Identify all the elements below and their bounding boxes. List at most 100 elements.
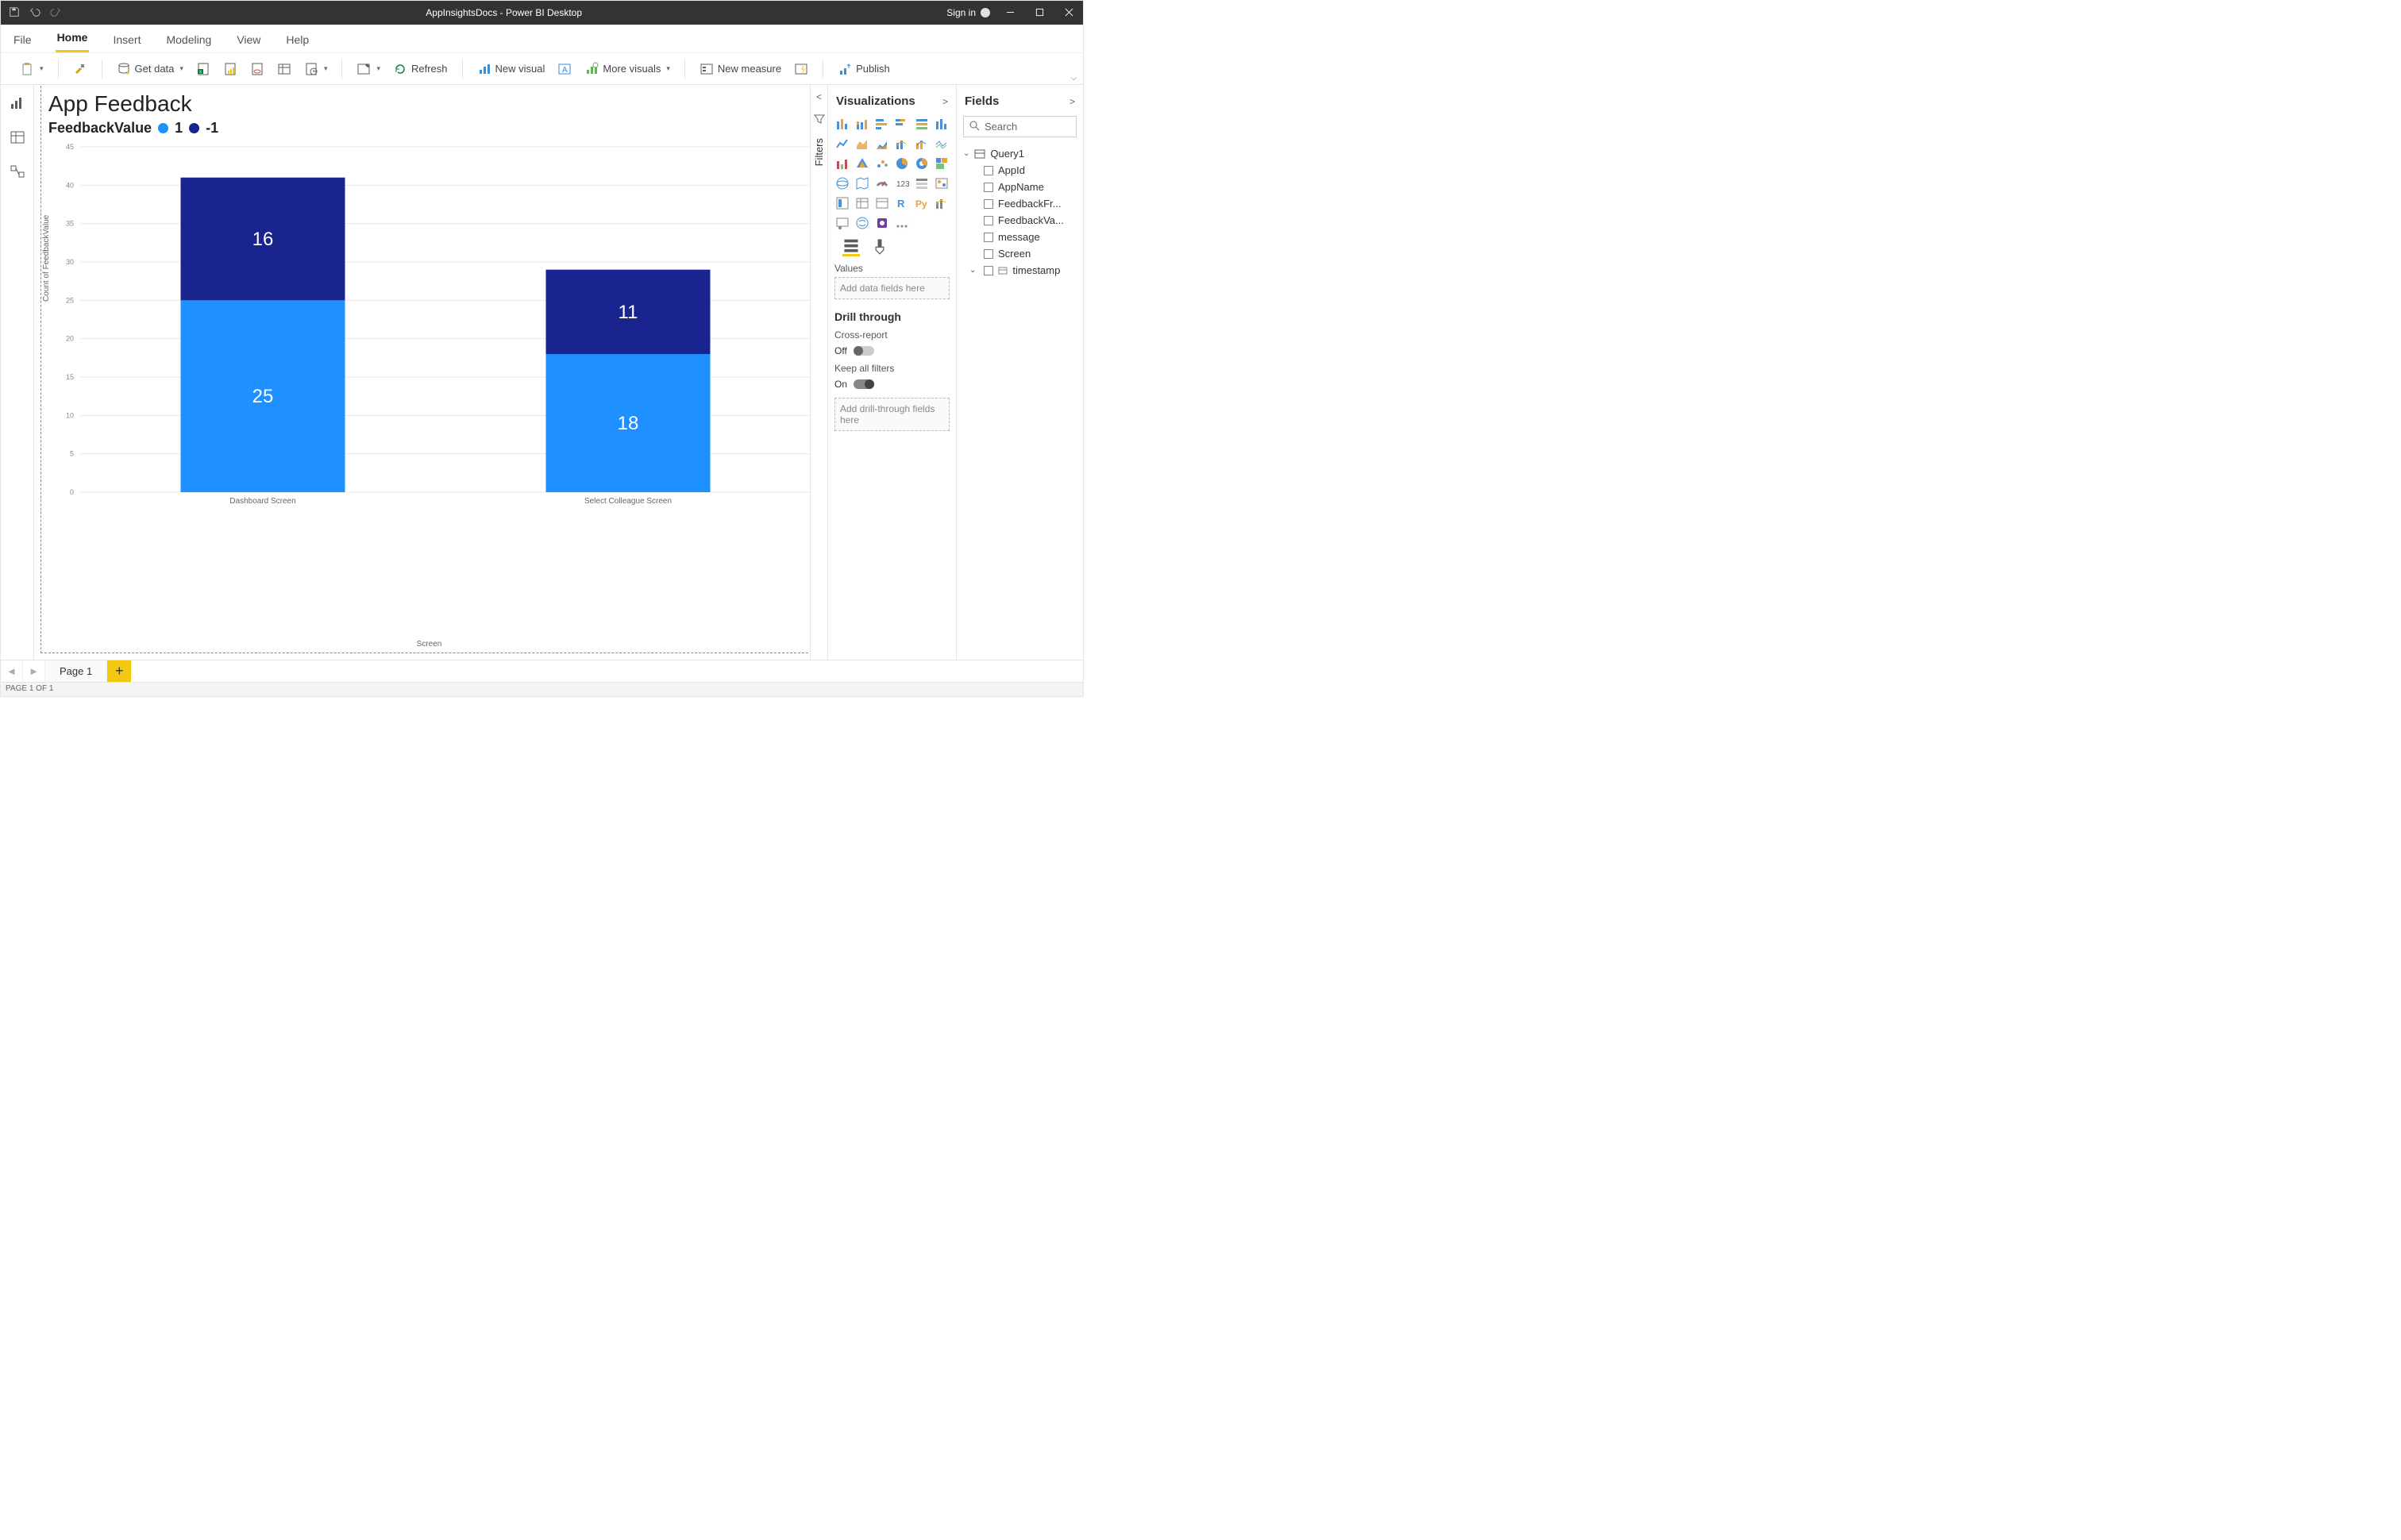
- visual-type-chip[interactable]: [874, 136, 890, 152]
- excel-source-button[interactable]: x: [191, 59, 215, 79]
- visual-type-chip[interactable]: [834, 175, 850, 191]
- field-checkbox[interactable]: [984, 233, 993, 242]
- visual-type-chip[interactable]: [894, 116, 910, 132]
- visual-type-chip[interactable]: [894, 136, 910, 152]
- menu-tab-modeling[interactable]: Modeling: [164, 33, 213, 52]
- page-tab[interactable]: Page 1: [45, 660, 107, 682]
- visual-type-chip[interactable]: 123: [894, 175, 910, 191]
- field-checkbox[interactable]: [984, 266, 993, 275]
- ribbon-overflow-icon[interactable]: ⌵: [1070, 74, 1077, 83]
- field-item[interactable]: ⌄timestamp: [963, 262, 1077, 279]
- signin-button[interactable]: Sign in: [946, 7, 990, 18]
- visual-type-chip[interactable]: [854, 156, 870, 171]
- pbi-dataset-button[interactable]: [218, 59, 242, 79]
- refresh-button[interactable]: Refresh: [388, 59, 453, 79]
- publish-button[interactable]: Publish: [833, 59, 895, 79]
- svg-text:20: 20: [66, 335, 74, 343]
- visual-type-chip[interactable]: [874, 156, 890, 171]
- visual-type-chip[interactable]: [934, 195, 950, 211]
- report-view-icon[interactable]: [10, 94, 25, 110]
- visual-type-chip[interactable]: [934, 156, 950, 171]
- field-item[interactable]: AppId: [963, 162, 1077, 179]
- add-page-button[interactable]: +: [107, 660, 131, 682]
- field-checkbox[interactable]: [984, 199, 993, 209]
- field-checkbox[interactable]: [984, 183, 993, 192]
- close-icon[interactable]: [1060, 7, 1078, 19]
- visual-type-chip[interactable]: [854, 136, 870, 152]
- field-item[interactable]: Screen: [963, 245, 1077, 262]
- maximize-icon[interactable]: [1031, 7, 1049, 19]
- field-item[interactable]: message: [963, 229, 1077, 245]
- format-painter-button[interactable]: [68, 59, 92, 79]
- expand-filters-icon[interactable]: <: [816, 91, 822, 102]
- transform-data-button[interactable]: ▾: [352, 59, 385, 79]
- visual-type-chip[interactable]: [934, 175, 950, 191]
- field-checkbox[interactable]: [984, 166, 993, 175]
- menu-tab-home[interactable]: Home: [56, 31, 90, 52]
- visual-type-chip[interactable]: [914, 156, 930, 171]
- chart-area[interactable]: 0510152025303540452516Dashboard Screen18…: [48, 143, 810, 660]
- visual-type-chip[interactable]: [854, 175, 870, 191]
- visual-type-chip[interactable]: [914, 116, 930, 132]
- visual-type-chip[interactable]: [874, 175, 890, 191]
- save-icon[interactable]: [9, 6, 20, 20]
- visual-type-chip[interactable]: [894, 215, 910, 231]
- visual-type-chip[interactable]: [834, 156, 850, 171]
- sql-source-button[interactable]: [245, 59, 269, 79]
- visual-type-chip[interactable]: Py: [914, 195, 930, 211]
- fields-search-input[interactable]: Search: [963, 116, 1077, 137]
- page-prev-icon[interactable]: ◄: [1, 660, 23, 682]
- filters-pane-collapsed[interactable]: < Filters: [810, 85, 827, 660]
- new-measure-button[interactable]: New measure: [695, 59, 786, 79]
- menu-tab-insert[interactable]: Insert: [111, 33, 142, 52]
- field-item[interactable]: FeedbackFr...: [963, 195, 1077, 212]
- page-next-icon[interactable]: ►: [23, 660, 45, 682]
- fields-tab-icon[interactable]: [842, 239, 860, 256]
- minimize-icon[interactable]: [1001, 7, 1019, 19]
- visual-type-chip[interactable]: [894, 156, 910, 171]
- field-item[interactable]: AppName: [963, 179, 1077, 195]
- visual-type-chip[interactable]: R: [894, 195, 910, 211]
- visual-type-chip[interactable]: [914, 136, 930, 152]
- enter-data-button[interactable]: [272, 59, 296, 79]
- data-view-icon[interactable]: [10, 129, 25, 145]
- more-visuals-button[interactable]: More visuals▾: [580, 59, 675, 79]
- paste-button[interactable]: ▾: [15, 59, 48, 79]
- quick-measure-button[interactable]: [789, 59, 813, 79]
- redo-icon[interactable]: [50, 6, 61, 20]
- report-canvas[interactable]: App Feedback FeedbackValue 1 -1 05101520…: [34, 85, 810, 660]
- new-visual-button[interactable]: New visual: [472, 59, 550, 79]
- format-tab-icon[interactable]: [871, 239, 888, 256]
- field-checkbox[interactable]: [984, 249, 993, 259]
- visual-type-chip[interactable]: [834, 195, 850, 211]
- table-node[interactable]: ⌄Query1: [963, 145, 1077, 162]
- drill-through-field-well[interactable]: Add drill-through fields here: [834, 398, 950, 431]
- visual-type-chip[interactable]: [834, 215, 850, 231]
- undo-icon[interactable]: [29, 6, 40, 20]
- visual-type-chip[interactable]: [854, 195, 870, 211]
- visual-type-chip[interactable]: [874, 215, 890, 231]
- model-view-icon[interactable]: [10, 164, 25, 180]
- visual-type-chip[interactable]: [854, 215, 870, 231]
- menu-tab-file[interactable]: File: [12, 33, 33, 52]
- collapse-vis-icon[interactable]: >: [942, 96, 948, 107]
- visual-type-chip[interactable]: [934, 136, 950, 152]
- visual-type-chip[interactable]: [874, 195, 890, 211]
- visual-type-chip[interactable]: [834, 116, 850, 132]
- recent-sources-button[interactable]: ▾: [299, 59, 333, 79]
- visual-type-chip[interactable]: [834, 136, 850, 152]
- visual-type-chip[interactable]: [934, 116, 950, 132]
- get-data-button[interactable]: Get data▾: [112, 59, 188, 79]
- visual-type-chip[interactable]: [854, 116, 870, 132]
- keep-filters-toggle[interactable]: [854, 379, 874, 389]
- field-checkbox[interactable]: [984, 216, 993, 225]
- collapse-fields-icon[interactable]: >: [1069, 96, 1075, 107]
- visual-type-chip[interactable]: [914, 175, 930, 191]
- menu-tab-help[interactable]: Help: [284, 33, 310, 52]
- menu-tab-view[interactable]: View: [235, 33, 262, 52]
- field-item[interactable]: FeedbackVa...: [963, 212, 1077, 229]
- text-box-button[interactable]: A: [553, 59, 576, 79]
- visual-type-chip[interactable]: [874, 116, 890, 132]
- cross-report-toggle[interactable]: [854, 346, 874, 356]
- values-field-well[interactable]: Add data fields here: [834, 277, 950, 299]
